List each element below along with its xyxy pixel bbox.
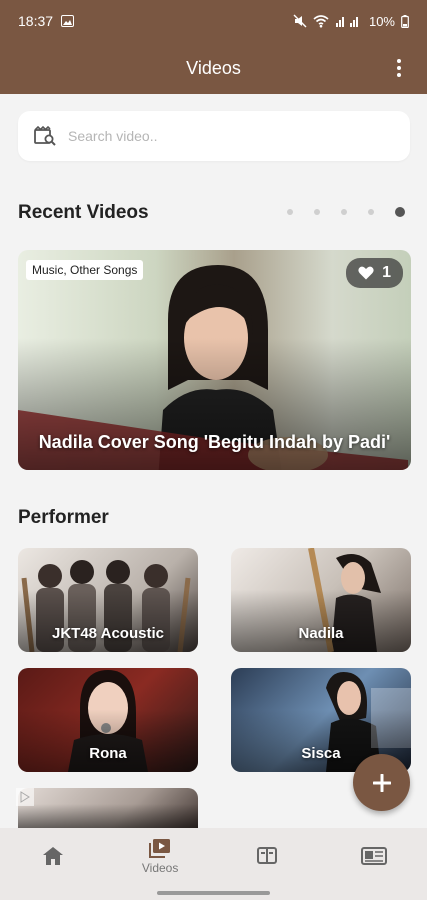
- heart-icon: [358, 266, 374, 280]
- ad-choices-icon[interactable]: [16, 788, 34, 806]
- add-video-button[interactable]: [353, 754, 410, 811]
- mute-icon: [293, 14, 307, 28]
- carousel-pager: [287, 207, 405, 217]
- page-title: Videos: [186, 57, 241, 78]
- recent-videos-title: Recent Videos: [18, 202, 149, 223]
- news-icon: [360, 847, 387, 865]
- performer-name: JKT48 Acoustic: [52, 625, 164, 642]
- more-dot-icon: [397, 59, 401, 63]
- likes-count: 1: [382, 264, 391, 281]
- performer-card[interactable]: Rona: [18, 668, 198, 772]
- status-bar: 18:37 10%: [0, 0, 427, 42]
- performer-name: Nadila: [298, 625, 344, 642]
- featured-video-title: Nadila Cover Song 'Begitu Indah by Padi': [38, 432, 391, 452]
- video-search-icon: [34, 126, 56, 146]
- ad-icon: [20, 791, 30, 803]
- nav-book[interactable]: [214, 828, 321, 900]
- book-icon: [256, 847, 277, 864]
- performer-card[interactable]: JKT48 Acoustic: [18, 548, 198, 652]
- plus-icon: [372, 773, 391, 792]
- wifi-icon: [313, 15, 329, 28]
- bottom-navigation: Videos: [0, 828, 427, 900]
- app-bar: Videos: [0, 42, 427, 94]
- likes-badge[interactable]: 1: [346, 258, 403, 288]
- pager-dot-active[interactable]: [395, 207, 405, 217]
- search-input[interactable]: [68, 128, 394, 144]
- gallery-icon: [61, 15, 75, 27]
- status-icons: 10%: [293, 14, 409, 29]
- home-icon: [43, 847, 64, 865]
- search-bar[interactable]: [18, 111, 410, 161]
- performer-card[interactable]: Nadila: [231, 548, 411, 652]
- pager-dot[interactable]: [287, 209, 293, 215]
- video-icon: [149, 839, 171, 858]
- more-dot-icon: [397, 73, 401, 77]
- battery-icon: [401, 14, 409, 28]
- featured-video-card[interactable]: Music, Other Songs 1 Nadila Cover Song '…: [18, 250, 411, 470]
- nav-videos[interactable]: Videos: [107, 828, 214, 900]
- nav-news[interactable]: [320, 828, 427, 900]
- more-options-button[interactable]: [387, 56, 411, 80]
- battery-percent: 10%: [368, 13, 395, 29]
- nav-videos-label: Videos: [141, 861, 179, 875]
- pager-dot[interactable]: [341, 209, 347, 215]
- performer-card[interactable]: [18, 788, 198, 828]
- pager-dot[interactable]: [314, 209, 320, 215]
- nav-home[interactable]: [0, 828, 107, 900]
- status-time-group: 18:37: [18, 13, 75, 29]
- performer-title: Performer: [18, 507, 109, 528]
- more-dot-icon: [397, 66, 401, 70]
- category-tag: Music, Other Songs: [26, 260, 144, 280]
- signal-icon: [335, 17, 358, 27]
- pager-dot[interactable]: [368, 209, 374, 215]
- home-indicator: [157, 891, 270, 895]
- performer-name: Rona: [89, 745, 127, 762]
- card-shade: [18, 788, 198, 828]
- status-time: 18:37: [18, 13, 54, 29]
